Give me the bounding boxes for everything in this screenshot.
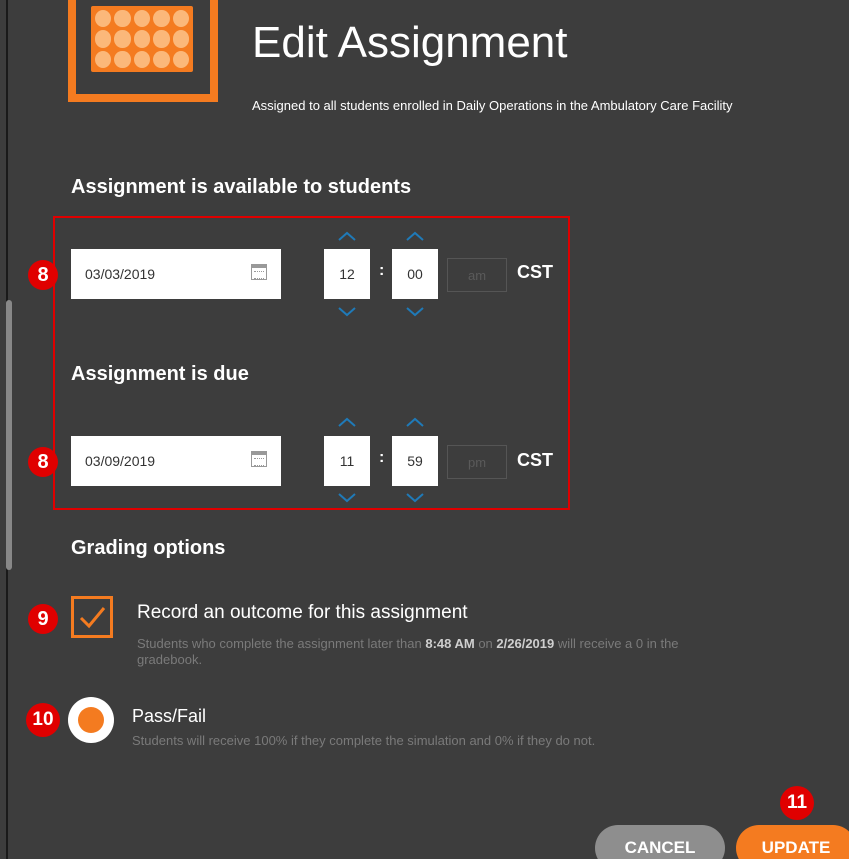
availability-heading: Assignment is available to students [71,176,412,198]
available-ampm-toggle[interactable]: am [447,258,507,292]
time-separator: : [379,262,385,279]
cancel-button[interactable]: CANCEL [595,825,725,859]
due-heading: Assignment is due [71,363,249,385]
available-hour-input[interactable]: 12 [324,249,370,299]
available-timezone: CST [517,262,553,282]
checkmark-icon [79,607,106,629]
available-hour-down-chevron-down-icon[interactable] [337,306,357,320]
due-minute-down-chevron-down-icon[interactable] [405,492,425,506]
logo-grid-icon [91,6,193,72]
outcome-help-text: on [474,636,497,651]
radio-selected-dot [78,707,104,733]
edit-assignment-dialog: Edit Assignment Assigned to all students… [0,0,849,859]
scrollbar[interactable] [6,300,12,570]
due-ampm-toggle[interactable]: pm [447,445,507,479]
outcome-label[interactable]: Record an outcome for this assignment [137,602,468,624]
due-date-value: 03/09/2019 [85,453,156,469]
page-title: Edit Assignment [252,18,568,67]
due-hour-down-chevron-down-icon[interactable] [337,492,357,506]
outcome-help: Students who complete the assignment lat… [137,636,827,668]
due-timezone: CST [517,450,553,470]
due-minute-up-chevron-up-icon[interactable] [405,416,425,430]
passfail-label[interactable]: Pass/Fail [132,706,206,727]
grading-heading: Grading options [71,537,226,559]
outcome-help-text: gradebook. [137,652,203,667]
annotation-marker-9: 9 [28,604,58,634]
available-minute-up-chevron-up-icon[interactable] [405,230,425,244]
due-hour-input[interactable]: 11 [324,436,370,486]
due-minute-input[interactable]: 59 [392,436,438,486]
annotation-marker-10: 10 [26,703,60,737]
page-subtitle: Assigned to all students enrolled in Dai… [252,98,733,113]
due-date-input[interactable]: 03/09/2019 [71,436,281,486]
calendar-icon[interactable] [251,451,267,467]
due-hour-up-chevron-up-icon[interactable] [337,416,357,430]
available-hour-up-chevron-up-icon[interactable] [337,230,357,244]
passfail-help: Students will receive 100% if they compl… [132,733,596,748]
available-minute-down-chevron-down-icon[interactable] [405,306,425,320]
passfail-radio[interactable] [68,697,114,743]
outcome-help-time: 8:48 AM [425,636,475,651]
annotation-marker-8a: 8 [28,260,58,290]
outcome-help-date: 2/26/2019 [496,636,555,651]
update-button[interactable]: UPDATE [736,825,849,859]
available-date-input[interactable]: 03/03/2019 [71,249,281,299]
outcome-checkbox[interactable] [71,596,113,638]
outcome-help-text: will receive a 0 in the [554,636,679,651]
annotation-marker-11: 11 [780,786,814,820]
calendar-icon[interactable] [251,264,267,280]
annotation-marker-8b: 8 [28,447,58,477]
outcome-help-text: Students who complete the assignment lat… [137,636,426,651]
available-date-value: 03/03/2019 [85,266,156,282]
time-separator: : [379,449,385,466]
assignment-logo [68,0,218,102]
available-minute-input[interactable]: 00 [392,249,438,299]
